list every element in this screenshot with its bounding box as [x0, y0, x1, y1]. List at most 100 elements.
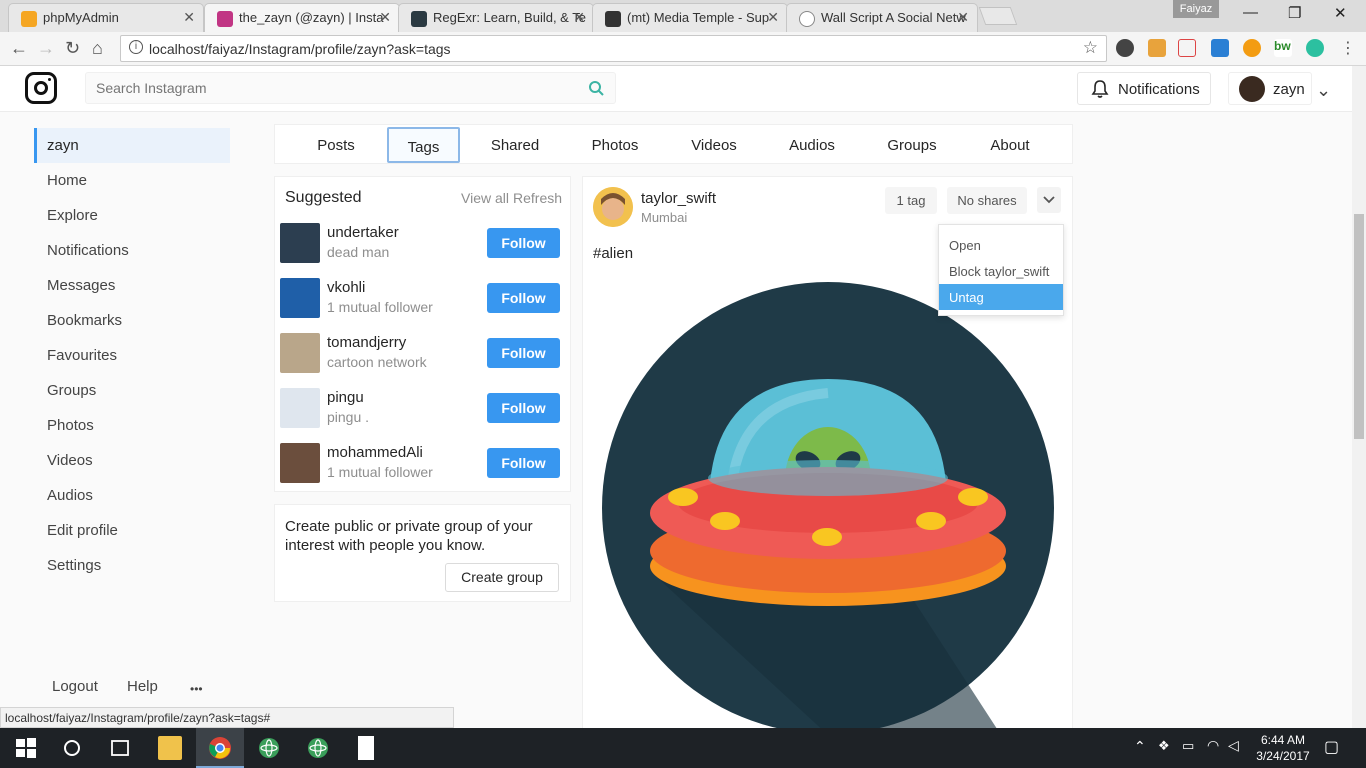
sidebar-item-videos[interactable]: Videos [34, 443, 230, 478]
avatar[interactable] [593, 187, 633, 227]
new-tab-button[interactable] [978, 7, 1018, 25]
sidebar-item-bookmarks[interactable]: Bookmarks [34, 303, 230, 338]
home-icon[interactable]: ⌂ [92, 38, 103, 59]
menu-item-open[interactable]: Open [939, 232, 1063, 258]
suggested-username[interactable]: pingu [327, 389, 364, 406]
tab-shared[interactable]: Shared [475, 127, 555, 163]
avatar[interactable] [280, 223, 320, 263]
suggested-username[interactable]: vkohli [327, 279, 365, 296]
avatar[interactable] [280, 278, 320, 318]
search-input[interactable] [96, 80, 576, 96]
suggested-username[interactable]: mohammedAli [327, 444, 423, 461]
suggested-username[interactable]: undertaker [327, 224, 399, 241]
sidebar-item-notifications[interactable]: Notifications [34, 233, 230, 268]
tab-tags[interactable]: Tags [387, 127, 460, 163]
info-icon[interactable]: i [129, 40, 143, 54]
close-tab-icon[interactable]: ✕ [379, 9, 391, 26]
view-all-link[interactable]: View all [461, 190, 509, 206]
extension-icon[interactable] [1306, 39, 1324, 57]
download-extension-icon[interactable] [1211, 39, 1229, 57]
tab-audios[interactable]: Audios [773, 127, 851, 163]
menu-item-untag[interactable]: Untag [939, 284, 1063, 310]
more-options-icon[interactable]: ••• [190, 682, 203, 696]
post-menu-button[interactable] [1037, 187, 1061, 213]
tag-count-badge[interactable]: 1 tag [885, 187, 937, 214]
close-tab-icon[interactable]: ✕ [957, 9, 969, 26]
refresh-link[interactable]: Refresh [513, 190, 562, 206]
close-tab-icon[interactable]: ✕ [573, 9, 585, 26]
browser-menu-icon[interactable]: ⋮ [1340, 38, 1356, 58]
tab-about[interactable]: About [971, 127, 1049, 163]
file-explorer-icon[interactable] [158, 736, 182, 760]
task-view-icon[interactable] [108, 736, 132, 760]
sidebar-item-groups[interactable]: Groups [34, 373, 230, 408]
sidebar-item-edit-profile[interactable]: Edit profile [34, 513, 230, 548]
restore-icon[interactable]: ❐ [1288, 4, 1301, 22]
follow-button[interactable]: Follow [487, 448, 560, 478]
browser-tab-phpmyadmin[interactable]: phpMyAdmin ✕ [8, 3, 204, 32]
create-group-button[interactable]: Create group [445, 563, 559, 592]
volume-icon[interactable]: ◁ [1228, 737, 1239, 754]
follow-button[interactable]: Follow [487, 283, 560, 313]
dropbox-icon[interactable]: ❖ [1158, 738, 1170, 754]
sidebar-item-favourites[interactable]: Favourites [34, 338, 230, 373]
extension-icon[interactable] [1148, 39, 1166, 57]
battery-icon[interactable]: ▭ [1182, 738, 1194, 754]
sidebar-item-profile[interactable]: zayn [34, 128, 230, 163]
notepad-icon[interactable] [358, 736, 374, 760]
search-icon[interactable] [587, 79, 607, 99]
url-text[interactable]: localhost/faiyaz/Instagram/profile/zayn?… [149, 41, 451, 57]
instagram-logo-icon[interactable] [25, 72, 57, 104]
sidebar-item-home[interactable]: Home [34, 163, 230, 198]
logout-link[interactable]: Logout [52, 678, 98, 695]
chevron-down-icon[interactable]: ⌄ [1316, 80, 1331, 101]
tab-photos[interactable]: Photos [575, 127, 655, 163]
bookmark-star-icon[interactable]: ☆ [1083, 38, 1098, 58]
extension-icon[interactable] [1178, 39, 1196, 57]
tab-posts[interactable]: Posts [295, 127, 377, 163]
shares-badge[interactable]: No shares [947, 187, 1027, 214]
close-window-icon[interactable]: ✕ [1334, 4, 1347, 22]
help-link[interactable]: Help [127, 678, 158, 695]
avatar[interactable] [280, 388, 320, 428]
sidebar-item-explore[interactable]: Explore [34, 198, 230, 233]
chevron-up-icon[interactable]: ⌃ [1134, 738, 1146, 755]
follow-button[interactable]: Follow [487, 228, 560, 258]
menu-item-block[interactable]: Block taylor_swift [939, 258, 1063, 284]
close-tab-icon[interactable]: ✕ [767, 9, 779, 26]
forward-icon[interactable]: → [37, 38, 55, 59]
tab-videos[interactable]: Videos [675, 127, 753, 163]
post-author[interactable]: taylor_swift [641, 190, 716, 207]
reload-icon[interactable]: ↻ [65, 38, 80, 59]
follow-button[interactable]: Follow [487, 338, 560, 368]
notifications-button[interactable]: Notifications [1077, 72, 1211, 105]
search-box[interactable] [85, 72, 616, 104]
post-image[interactable] [601, 281, 1055, 735]
tab-groups[interactable]: Groups [873, 127, 951, 163]
sidebar-item-settings[interactable]: Settings [34, 548, 230, 583]
sidebar-item-photos[interactable]: Photos [34, 408, 230, 443]
minimize-icon[interactable]: — [1243, 4, 1258, 21]
browser-tab-wallscript[interactable]: Wall Script A Social Netw ✕ [786, 3, 978, 32]
settings-extension-icon[interactable] [1116, 39, 1134, 57]
extension-icon[interactable] [1243, 39, 1261, 57]
browser-tab-mediatemple[interactable]: (mt) Media Temple - Sup ✕ [592, 3, 788, 32]
browser-tab-regexr[interactable]: RegExr: Learn, Build, & Te ✕ [398, 3, 594, 32]
suggested-username[interactable]: tomandjerry [327, 334, 406, 351]
sidebar-item-audios[interactable]: Audios [34, 478, 230, 513]
atom-editor-icon[interactable] [306, 736, 330, 760]
scrollbar-thumb[interactable] [1354, 214, 1364, 439]
address-bar[interactable]: i localhost/faiyaz/Instagram/profile/zay… [120, 35, 1107, 62]
follow-button[interactable]: Follow [487, 393, 560, 423]
browser-tab-instagram[interactable]: the_zayn (@zayn) | Insta ✕ [204, 3, 400, 32]
close-tab-icon[interactable]: ✕ [183, 9, 195, 26]
action-center-icon[interactable]: ▢ [1324, 737, 1339, 757]
browser-profile-badge[interactable]: Faiyaz [1173, 0, 1219, 18]
avatar[interactable] [280, 333, 320, 373]
bw-extension-icon[interactable]: bw [1274, 39, 1292, 57]
back-icon[interactable]: ← [10, 38, 28, 59]
search-icon[interactable] [60, 736, 84, 760]
atom-editor-icon[interactable] [257, 736, 281, 760]
sidebar-item-messages[interactable]: Messages [34, 268, 230, 303]
chrome-icon[interactable] [208, 736, 232, 760]
